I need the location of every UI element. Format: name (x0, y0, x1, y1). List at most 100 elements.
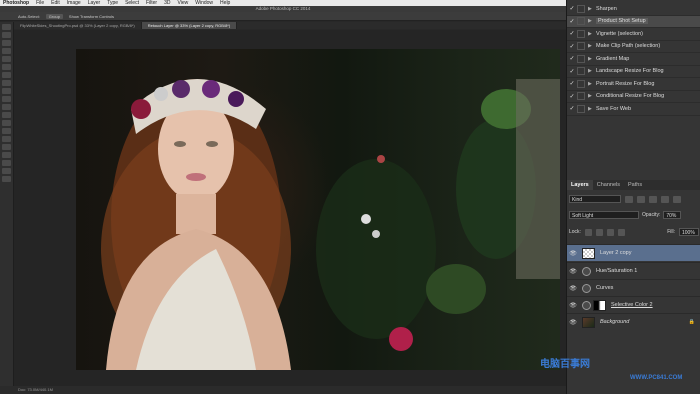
action-item-save-for-web[interactable]: ✓ ▶ Save For Web (567, 103, 700, 116)
eye-icon[interactable]: 👁 (567, 268, 579, 275)
check-icon[interactable]: ✓ (567, 105, 577, 112)
expand-triangle-icon[interactable]: ▶ (588, 18, 596, 24)
layer-name[interactable]: Layer 2 copy (600, 250, 632, 256)
expand-triangle-icon[interactable]: ▶ (588, 31, 596, 37)
tab-layers[interactable]: Layers (567, 180, 593, 190)
check-icon[interactable]: ✓ (567, 68, 577, 75)
check-icon[interactable]: ✓ (567, 5, 577, 12)
healing-tool-icon[interactable] (2, 72, 11, 78)
action-item-product-shot-setup[interactable]: ✓ ▶ Product Shot Setup (567, 15, 700, 28)
eye-icon[interactable]: 👁 (567, 250, 579, 257)
action-label: Make Clip Path (selection) (596, 43, 661, 50)
layer-row-curves[interactable]: 👁 Curves (567, 279, 700, 296)
eye-icon[interactable]: 👁 (567, 302, 579, 309)
right-panel: ✓ ▶ Sharpen ✓ ▶ Product Shot Setup ✓ ▶ Vign… (566, 0, 700, 394)
gradient-tool-icon[interactable] (2, 112, 11, 118)
dialog-toggle[interactable] (577, 79, 585, 88)
marquee-tool-icon[interactable] (2, 32, 11, 38)
shape-tool-icon[interactable] (2, 160, 11, 166)
check-icon[interactable]: ✓ (567, 43, 577, 50)
clone-stamp-tool-icon[interactable] (2, 88, 11, 94)
lasso-tool-icon[interactable] (2, 40, 11, 46)
action-item-sharpen[interactable]: ✓ ▶ Sharpen (567, 3, 700, 16)
brush-tool-icon[interactable] (2, 80, 11, 86)
dialog-toggle[interactable] (577, 92, 585, 101)
check-icon[interactable]: ✓ (567, 55, 577, 62)
layer-row-hue-saturation[interactable]: 👁 Hue/Saturation 1 (567, 262, 700, 279)
check-icon[interactable]: ✓ (567, 93, 577, 100)
layer-name[interactable]: Selective Color 2 (611, 302, 653, 308)
layer-mask-thumbnail[interactable] (593, 299, 606, 311)
shape-filter-icon[interactable] (661, 195, 669, 203)
action-label: Save For Web (596, 105, 632, 112)
layer-row-selective-color[interactable]: 👁 Selective Color 2 (567, 296, 700, 313)
lock-position-icon[interactable] (606, 228, 614, 236)
eye-icon[interactable]: 👁 (567, 285, 579, 292)
layer-thumbnail (582, 247, 595, 259)
doc-tab-1[interactable]: FlipWhiteSkies_ShootingPro.psd @ 33% (La… (14, 22, 142, 29)
history-brush-tool-icon[interactable] (2, 96, 11, 102)
expand-triangle-icon[interactable]: ▶ (588, 56, 596, 62)
check-icon[interactable]: ✓ (567, 80, 577, 87)
lock-all-icon[interactable] (617, 228, 625, 236)
expand-triangle-icon[interactable]: ▶ (588, 81, 596, 87)
dialog-toggle[interactable] (577, 29, 585, 38)
layer-row-layer-2-copy[interactable]: 👁 Layer 2 copy (567, 244, 700, 261)
lock-transparent-icon[interactable] (584, 228, 592, 236)
document-canvas-image[interactable] (76, 49, 560, 370)
layer-name[interactable]: Hue/Saturation 1 (596, 268, 637, 274)
eyedropper-tool-icon[interactable] (2, 64, 11, 70)
doc-tab-2[interactable]: Retouch Layer @ 33% (Layer 2 copy, RGB/8… (141, 22, 238, 29)
action-item-portrait-resize[interactable]: ✓ ▶ Portrait Resize For Blog (567, 78, 700, 91)
pixel-filter-icon[interactable] (625, 195, 633, 203)
layer-name[interactable]: Background (600, 319, 629, 325)
pen-tool-icon[interactable] (2, 136, 11, 142)
action-item-vignette[interactable]: ✓ ▶ Vignette (selection) (567, 28, 700, 41)
dialog-toggle[interactable] (577, 17, 585, 26)
tab-paths[interactable]: Paths (624, 180, 646, 190)
adjustment-filter-icon[interactable] (637, 195, 645, 203)
action-item-make-clip-path[interactable]: ✓ ▶ Make Clip Path (selection) (567, 41, 700, 53)
watermark-url: WWW.PC841.COM (630, 375, 683, 381)
dialog-toggle[interactable] (577, 104, 585, 113)
fill-field[interactable]: 100% (679, 228, 699, 236)
expand-triangle-icon[interactable]: ▶ (588, 68, 596, 74)
type-filter-icon[interactable] (649, 195, 657, 203)
crop-tool-icon[interactable] (2, 56, 11, 62)
layer-filter-row: Kind (569, 194, 699, 204)
expand-triangle-icon[interactable]: ▶ (588, 93, 596, 99)
show-transform-checkbox[interactable]: Show Transform Controls (69, 14, 114, 19)
expand-triangle-icon[interactable]: ▶ (588, 6, 596, 12)
hand-tool-icon[interactable] (2, 168, 11, 174)
path-select-tool-icon[interactable] (2, 152, 11, 158)
dodge-tool-icon[interactable] (2, 128, 11, 134)
smart-object-filter-icon[interactable] (673, 195, 681, 203)
expand-triangle-icon[interactable]: ▶ (588, 106, 596, 112)
dialog-toggle[interactable] (577, 42, 585, 51)
move-tool-icon[interactable] (2, 24, 11, 30)
zoom-tool-icon[interactable] (2, 176, 11, 182)
action-item-conditional-resize[interactable]: ✓ ▶ Conditional Resize For Blog (567, 91, 700, 103)
layer-row-background[interactable]: 👁 Background 🔒 (567, 313, 700, 330)
blur-tool-icon[interactable] (2, 120, 11, 126)
tab-channels[interactable]: Channels (593, 180, 624, 190)
eye-icon[interactable]: 👁 (567, 319, 579, 326)
dialog-toggle[interactable] (577, 4, 585, 13)
expand-triangle-icon[interactable]: ▶ (588, 43, 596, 49)
action-item-gradient-map[interactable]: ✓ ▶ Gradient Map (567, 53, 700, 66)
filter-kind-dropdown[interactable]: Kind (569, 195, 621, 203)
lock-image-icon[interactable] (595, 228, 603, 236)
lock-row: Lock: Fill: 100% (569, 227, 699, 237)
dialog-toggle[interactable] (577, 54, 585, 63)
blend-mode-dropdown[interactable]: Soft Light (569, 211, 639, 219)
action-item-landscape-resize[interactable]: ✓ ▶ Landscape Resize For Blog (567, 66, 700, 78)
dialog-toggle[interactable] (577, 67, 585, 76)
group-dropdown[interactable]: Group (45, 13, 63, 19)
eraser-tool-icon[interactable] (2, 104, 11, 110)
layer-name[interactable]: Curves (596, 285, 613, 291)
opacity-field[interactable]: 70% (663, 211, 682, 219)
check-icon[interactable]: ✓ (567, 30, 577, 37)
quick-select-tool-icon[interactable] (2, 48, 11, 54)
type-tool-icon[interactable] (2, 144, 11, 150)
check-icon[interactable]: ✓ (567, 18, 577, 25)
